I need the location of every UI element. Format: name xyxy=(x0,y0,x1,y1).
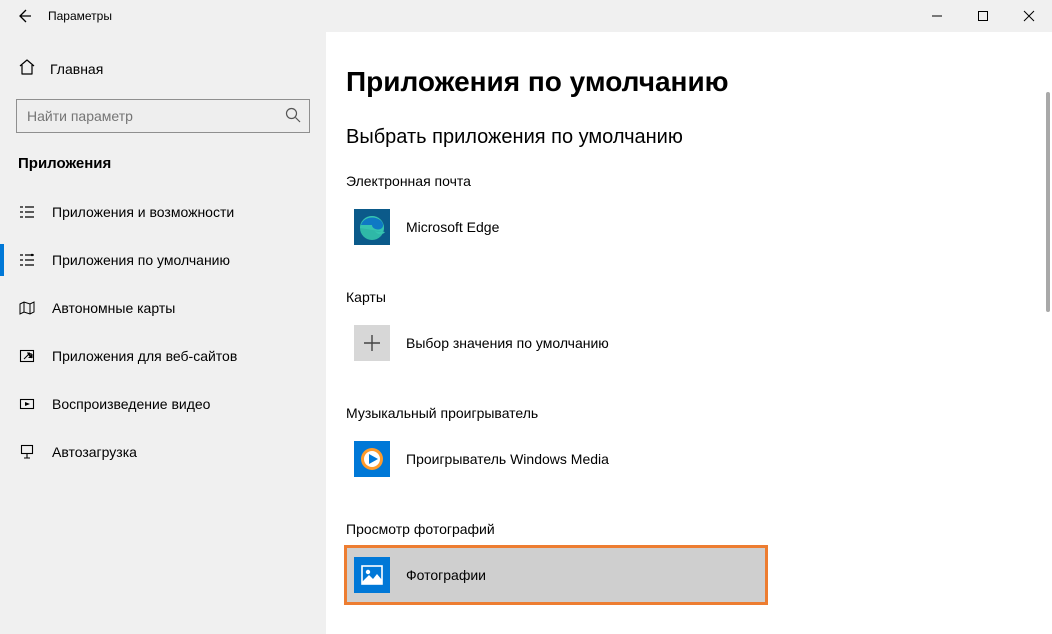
search-input[interactable] xyxy=(27,108,285,124)
app-label: Выбор значения по умолчанию xyxy=(406,335,609,351)
nav-label: Автозагрузка xyxy=(52,444,137,460)
minimize-icon xyxy=(932,11,942,21)
nav-apps-features[interactable]: Приложения и возможности xyxy=(0,188,326,236)
offline-maps-icon xyxy=(18,300,36,316)
search-icon xyxy=(285,107,301,126)
back-button[interactable] xyxy=(0,0,48,32)
group-photos: Просмотр фотографий Фотографии xyxy=(346,521,1032,603)
group-label: Просмотр фотографий xyxy=(346,521,1032,537)
default-app-photos[interactable]: Фотографии xyxy=(346,547,766,603)
nav-offline-maps[interactable]: Автономные карты xyxy=(0,284,326,332)
home-link[interactable]: Главная xyxy=(0,52,326,85)
group-label: Карты xyxy=(346,289,1032,305)
arrow-left-icon xyxy=(16,8,32,24)
titlebar: Параметры xyxy=(0,0,1052,32)
sidebar: Главная Приложения Приложения и возможно… xyxy=(0,32,326,634)
wmp-icon xyxy=(354,441,390,477)
close-button[interactable] xyxy=(1006,0,1052,32)
group-label: Электронная почта xyxy=(346,173,1032,189)
search-box[interactable] xyxy=(16,99,310,133)
nav-label: Приложения для веб-сайтов xyxy=(52,348,237,364)
maximize-icon xyxy=(978,11,988,21)
plus-icon xyxy=(354,325,390,361)
app-label: Фотографии xyxy=(406,567,486,583)
app-label: Проигрыватель Windows Media xyxy=(406,451,609,467)
sidebar-nav: Приложения и возможности Приложения по у… xyxy=(0,188,326,476)
nav-apps-for-websites[interactable]: Приложения для веб-сайтов xyxy=(0,332,326,380)
home-icon xyxy=(18,58,36,79)
home-label: Главная xyxy=(50,61,103,77)
default-app-email[interactable]: Microsoft Edge xyxy=(346,199,766,255)
nav-label: Воспроизведение видео xyxy=(52,396,210,412)
page-heading: Приложения по умолчанию xyxy=(346,66,1032,98)
sidebar-section-title: Приложения xyxy=(0,133,326,188)
nav-video-playback[interactable]: Воспроизведение видео xyxy=(0,380,326,428)
startup-icon xyxy=(18,444,36,460)
close-icon xyxy=(1024,11,1034,21)
group-label: Музыкальный проигрыватель xyxy=(346,405,1032,421)
nav-default-apps[interactable]: Приложения по умолчанию xyxy=(0,236,326,284)
defaults-icon xyxy=(18,252,36,268)
group-music: Музыкальный проигрыватель Проигрыватель … xyxy=(346,405,1032,487)
maximize-button[interactable] xyxy=(960,0,1006,32)
window-controls xyxy=(914,0,1052,32)
video-playback-icon xyxy=(18,396,36,412)
window-title: Параметры xyxy=(48,9,112,23)
photos-icon xyxy=(354,557,390,593)
content-pane: Приложения по умолчанию Выбрать приложен… xyxy=(326,32,1052,634)
nav-label: Автономные карты xyxy=(52,300,175,316)
nav-label: Приложения и возможности xyxy=(52,204,234,220)
default-app-maps[interactable]: Выбор значения по умолчанию xyxy=(346,315,766,371)
minimize-button[interactable] xyxy=(914,0,960,32)
group-maps: Карты Выбор значения по умолчанию xyxy=(346,289,1032,371)
scrollbar[interactable] xyxy=(1046,92,1050,312)
apps-for-websites-icon xyxy=(18,348,36,364)
nav-label: Приложения по умолчанию xyxy=(52,252,230,268)
default-app-music[interactable]: Проигрыватель Windows Media xyxy=(346,431,766,487)
apps-icon xyxy=(18,204,36,220)
app-label: Microsoft Edge xyxy=(406,219,499,235)
sub-heading: Выбрать приложения по умолчанию xyxy=(346,126,1032,149)
nav-startup[interactable]: Автозагрузка xyxy=(0,428,326,476)
edge-icon xyxy=(354,209,390,245)
group-email: Электронная почта Microsoft Edge xyxy=(346,173,1032,255)
